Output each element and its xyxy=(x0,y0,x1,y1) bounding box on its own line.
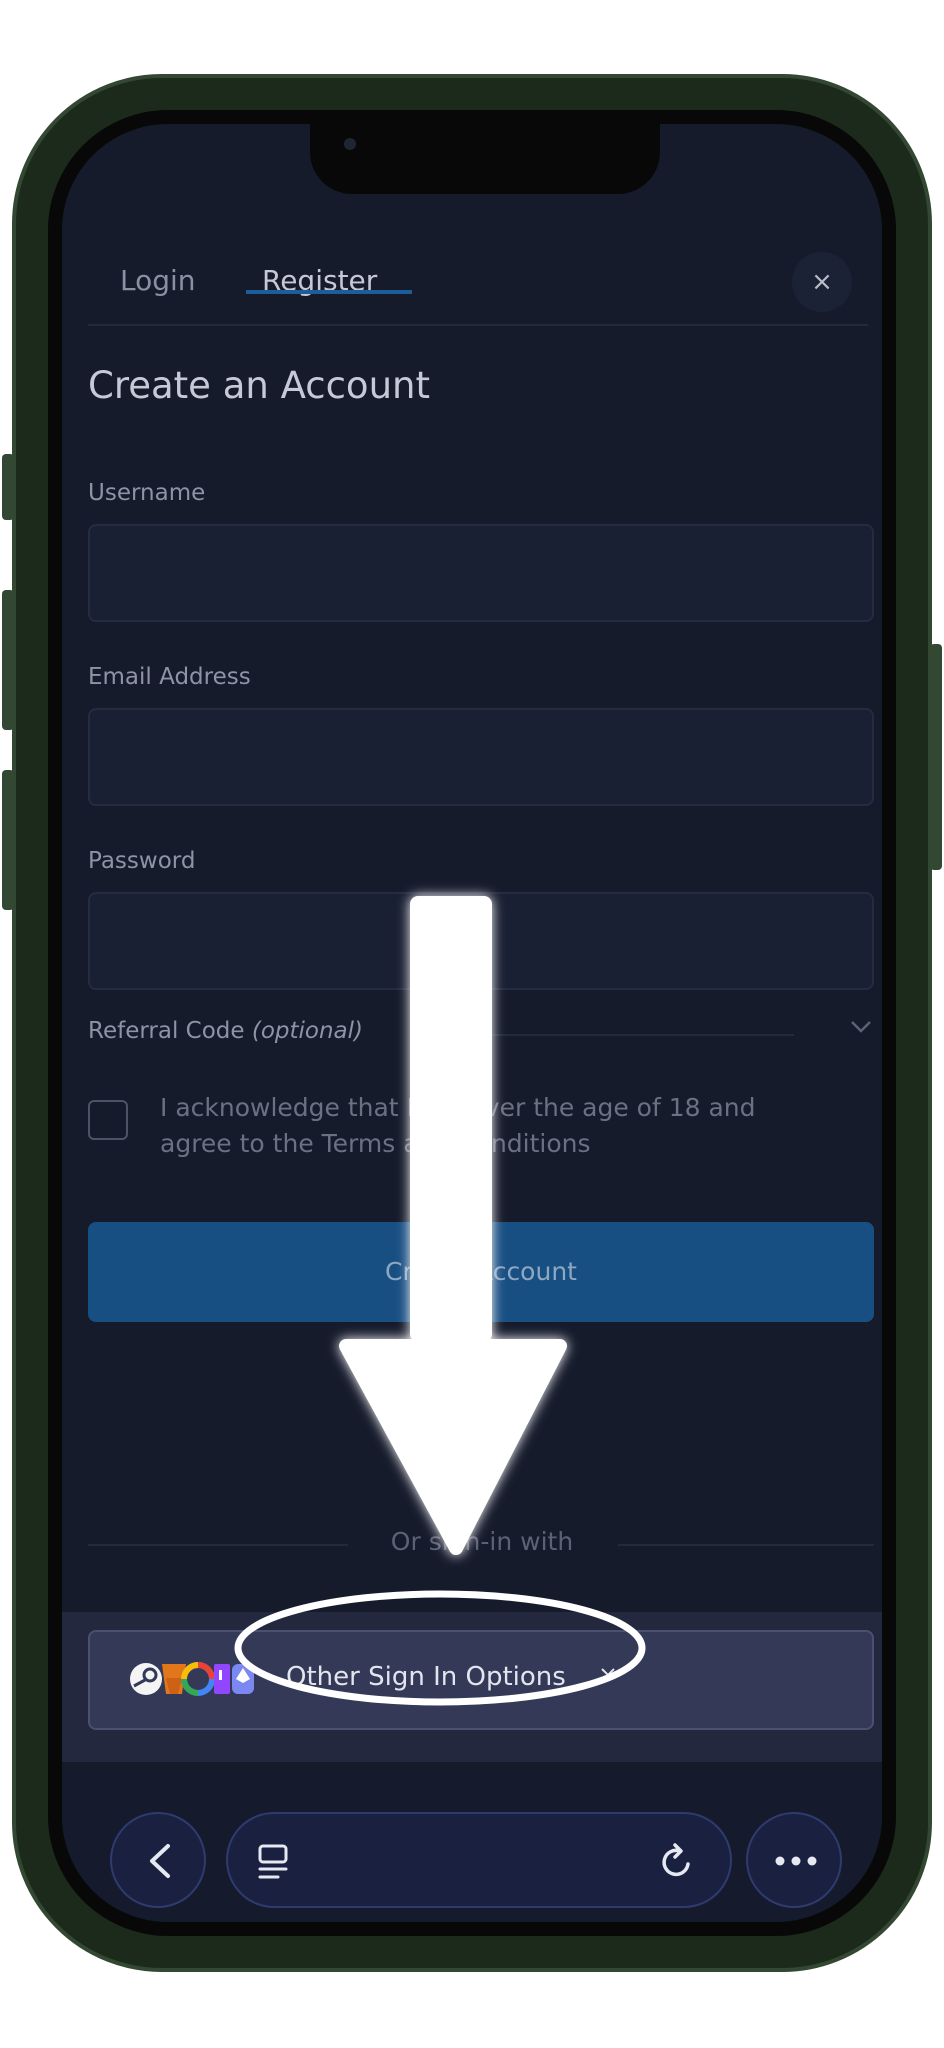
email-label: Email Address xyxy=(88,664,251,690)
chevron-down-icon xyxy=(601,1668,615,1677)
email-input[interactable] xyxy=(88,708,874,806)
more-icon xyxy=(775,1856,817,1866)
divider-line-left xyxy=(88,1544,348,1546)
active-tab-indicator xyxy=(246,290,412,294)
app-screen: Login Register × Create an Account Usern… xyxy=(62,124,882,1922)
twitch-icon xyxy=(214,1664,230,1694)
phone-bezel: Login Register × Create an Account Usern… xyxy=(48,110,896,1936)
page-title: Create an Account xyxy=(88,364,430,407)
auth-tabs: Login Register xyxy=(88,254,868,326)
back-button[interactable] xyxy=(110,1812,206,1908)
google-icon xyxy=(181,1662,215,1696)
divider-text: Or sign-in with xyxy=(390,1527,574,1556)
terms-checkbox[interactable] xyxy=(88,1100,128,1140)
referral-code-toggle[interactable]: Referral Code (optional) xyxy=(88,1018,363,1044)
terms-text: I acknowledge that I am over the age of … xyxy=(160,1093,756,1158)
close-icon: × xyxy=(811,267,833,297)
more-options-button[interactable] xyxy=(746,1812,842,1908)
back-icon xyxy=(150,1844,170,1878)
username-input[interactable] xyxy=(88,524,874,622)
other-sign-in-options-label: Other Sign In Options xyxy=(286,1662,566,1692)
tab-login[interactable]: Login xyxy=(120,264,196,297)
referral-label: Referral Code xyxy=(88,1018,245,1044)
camera-icon xyxy=(344,138,356,150)
close-button[interactable]: × xyxy=(792,252,852,312)
divider-line-right xyxy=(618,1544,874,1546)
chevron-down-icon[interactable] xyxy=(850,1020,872,1034)
referral-optional-label: (optional) xyxy=(251,1018,364,1044)
password-input[interactable] xyxy=(88,892,874,990)
password-label: Password xyxy=(88,848,196,874)
tabs-icon xyxy=(258,1844,288,1879)
referral-divider xyxy=(438,1034,794,1036)
ethereum-icon xyxy=(232,1664,254,1694)
username-label: Username xyxy=(88,480,206,506)
reload-icon[interactable] xyxy=(658,1840,698,1882)
address-bar[interactable] xyxy=(226,1812,732,1908)
steam-icon xyxy=(130,1663,162,1695)
camera-notch xyxy=(310,124,660,194)
create-account-button[interactable]: Create Account xyxy=(88,1222,874,1322)
provider-icons xyxy=(130,1662,254,1696)
